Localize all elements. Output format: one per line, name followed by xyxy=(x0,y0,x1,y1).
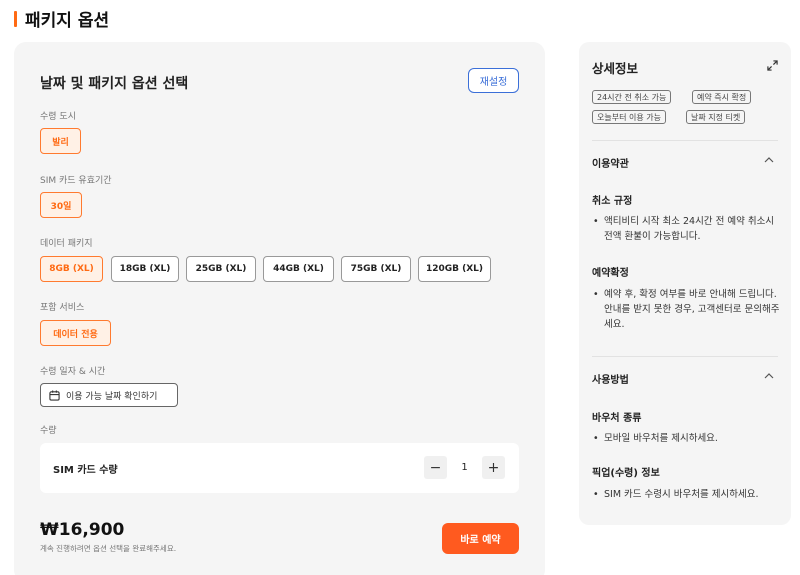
check-dates-label: 이용 가능 날짜 확인하기 xyxy=(66,391,158,402)
city-label: 수령 도시 xyxy=(40,112,76,122)
divider xyxy=(592,140,778,141)
tag-date-ticket: 날짜 지정 티켓 xyxy=(686,110,746,124)
package-option-25gb[interactable]: 25GB (XL) xyxy=(186,256,256,282)
data-package-label: 데이터 패키지 xyxy=(40,239,93,249)
cancel-policy-text: 액티비티 시작 최소 24시간 전 예약 취소시 전액 환불이 가능합니다. xyxy=(592,214,782,244)
details-title: 상세정보 xyxy=(592,61,639,76)
date-label: 수령 일자 & 시간 xyxy=(40,367,106,377)
service-option-data-only[interactable]: 데이터 전용 xyxy=(40,320,111,346)
quantity-plus-button[interactable]: + xyxy=(482,456,505,479)
pickup-info-title: 픽업(수령) 정보 xyxy=(592,468,660,479)
confirm-title: 예약확정 xyxy=(592,268,629,279)
tag-cancel: 24시간 전 취소 가능 xyxy=(592,90,672,104)
validity-option-30days[interactable]: 30일 xyxy=(40,192,82,218)
pickup-info-text: SIM 카드 수령시 바우처를 제시하세요. xyxy=(592,487,782,502)
tag-today: 오늘부터 이용 가능 xyxy=(592,110,666,124)
quantity-stepper: − 1 + xyxy=(424,456,505,479)
quantity-value: 1 xyxy=(461,462,468,473)
terms-accordion-title[interactable]: 이용약관 xyxy=(592,155,629,170)
details-panel: 상세정보 24시간 전 취소 가능 예약 즉시 확정 오늘부터 이용 가능 날짜… xyxy=(579,42,791,525)
tag-instant-confirm: 예약 즉시 확정 xyxy=(692,90,752,104)
calendar-icon xyxy=(49,389,60,401)
package-option-75gb[interactable]: 75GB (XL) xyxy=(341,256,411,282)
package-option-18gb[interactable]: 18GB (XL) xyxy=(111,256,179,282)
options-title: 날짜 및 패키지 옵션 선택 xyxy=(40,76,189,92)
package-option-120gb[interactable]: 120GB (XL) xyxy=(418,256,491,282)
chevron-up-icon[interactable] xyxy=(764,372,774,379)
options-panel: 날짜 및 패키지 옵션 선택 재설정 수령 도시 발리 SIM 카드 유효기간 … xyxy=(14,42,545,575)
total-price: ₩16,900 xyxy=(40,520,125,540)
divider xyxy=(592,356,778,357)
book-now-button[interactable]: 바로 예약 xyxy=(442,523,519,554)
voucher-type-title: 바우처 종류 xyxy=(592,413,642,424)
price-note: 계속 진행하려면 옵션 선택을 완료해주세요. xyxy=(40,544,177,553)
quantity-label: 수량 xyxy=(40,426,57,436)
city-option-bali[interactable]: 발리 xyxy=(40,128,81,154)
quantity-minus-button[interactable]: − xyxy=(424,456,447,479)
page-title: 패키지 옵션 xyxy=(25,11,110,31)
validity-label: SIM 카드 유효기간 xyxy=(40,176,112,186)
cancel-policy-title: 취소 규정 xyxy=(592,196,633,207)
service-label: 포함 서비스 xyxy=(40,303,85,313)
voucher-type-text: 모바일 바우처를 제시하세요. xyxy=(592,431,782,446)
confirm-text: 예약 후, 확정 여부를 바로 안내해 드립니다. 안내를 받지 못한 경우, … xyxy=(592,287,782,332)
check-dates-button[interactable]: 이용 가능 날짜 확인하기 xyxy=(40,383,178,407)
title-accent-bar xyxy=(14,10,17,27)
page-header: 패키지 옵션 xyxy=(14,6,109,31)
quantity-card: SIM 카드 수량 − 1 + xyxy=(40,443,519,493)
package-option-8gb[interactable]: 8GB (XL) xyxy=(40,256,103,282)
usage-accordion-title[interactable]: 사용방법 xyxy=(592,371,629,386)
expand-icon[interactable] xyxy=(767,60,778,71)
chevron-up-icon[interactable] xyxy=(764,156,774,163)
reset-button[interactable]: 재설정 xyxy=(468,68,519,93)
sim-quantity-label: SIM 카드 수량 xyxy=(53,465,118,476)
package-option-44gb[interactable]: 44GB (XL) xyxy=(263,256,334,282)
